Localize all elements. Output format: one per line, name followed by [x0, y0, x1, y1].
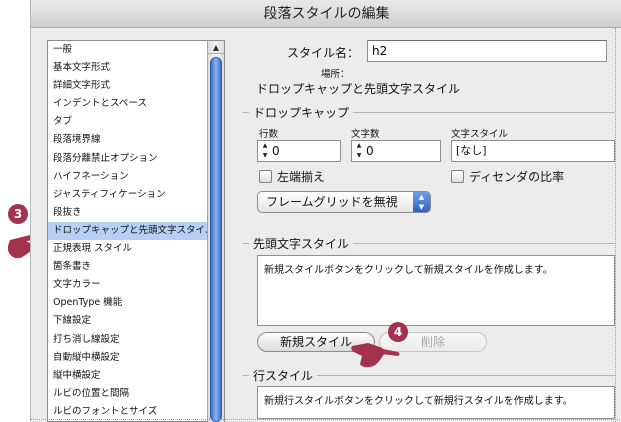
nested-styles-list[interactable]: 新規スタイルボタンをクリックして新規スタイルを作成します。: [257, 255, 615, 326]
chars-input[interactable]: 0: [351, 140, 441, 162]
stepper-up-icon[interactable]: ▲: [354, 141, 364, 151]
scroll-thumb[interactable]: [210, 57, 222, 422]
location-value: ドロップキャップと先頭文字スタイル: [256, 82, 461, 96]
sidebar-item[interactable]: ルビの位置と間隔: [48, 385, 224, 403]
sidebar-item[interactable]: 下線設定: [48, 312, 224, 330]
char-style-label: 文字スタイル: [451, 129, 509, 140]
sidebar-item[interactable]: ハイフネーション: [48, 168, 224, 186]
align-left-label[interactable]: 左端揃え: [277, 168, 325, 185]
lines-stepper[interactable]: ▲ ▼: [260, 141, 270, 161]
sidebar-item[interactable]: インデントとスペース: [48, 95, 224, 113]
sidebar-item[interactable]: 箇条書き: [48, 258, 224, 276]
descender-checkbox[interactable]: [451, 170, 464, 183]
sidebar-item[interactable]: OpenType 機能: [48, 294, 224, 312]
descender-label[interactable]: ディセンダの比率: [469, 168, 564, 185]
chars-label: 文字数: [351, 129, 380, 140]
sidebar-item[interactable]: 基本文字形式: [48, 59, 224, 77]
style-name-label: スタイル名：: [287, 46, 360, 60]
pointing-hand-icon: [351, 343, 400, 368]
stepper-up-icon[interactable]: ▲: [260, 141, 270, 151]
sidebar-item[interactable]: 一般: [48, 41, 224, 59]
location-label: 場所：: [321, 69, 350, 80]
align-left-checkbox[interactable]: [259, 170, 272, 183]
scroll-up-icon[interactable]: ▲: [208, 41, 224, 54]
dotted-guide-right: [615, 28, 616, 422]
line-styles-title: 行スタイル: [249, 367, 318, 384]
frame-grid-popup[interactable]: フレームグリッドを無視 ▲ ▼: [257, 191, 431, 213]
sidebar-item[interactable]: 自動縦中横設定: [48, 349, 224, 367]
category-list[interactable]: 一般 基本文字形式 詳細文字形式 インデントとスペース タブ 段落境界線 段落分離禁止オプシ…: [47, 40, 225, 422]
stepper-down-icon[interactable]: ▼: [354, 151, 364, 161]
sidebar-item[interactable]: ドロップキャップと先頭文字スタイル: [48, 221, 224, 241]
sidebar-item[interactable]: 段落境界線: [48, 131, 224, 149]
sidebar-item[interactable]: 打ち消し線設定: [48, 331, 224, 349]
style-name-input[interactable]: h2: [367, 40, 607, 62]
sidebar-item[interactable]: 段落分離禁止オプション: [48, 150, 224, 168]
line-styles-list[interactable]: 新規行スタイルボタンをクリックして新規行スタイルを作成します。: [257, 386, 615, 419]
sidebar-item[interactable]: 縦中横設定: [48, 367, 224, 385]
popup-arrows-icon: ▲ ▼: [413, 192, 430, 212]
chars-stepper[interactable]: ▲ ▼: [354, 141, 364, 161]
drop-cap-title: ドロップキャップ: [249, 104, 354, 121]
list-scrollbar[interactable]: ▲: [207, 41, 224, 422]
step-3-badge: 3: [8, 204, 28, 224]
sidebar-item[interactable]: 詳細文字形式: [48, 77, 224, 95]
nested-styles-title: 先頭文字スタイル: [249, 235, 354, 252]
sidebar-item[interactable]: 文字カラー: [48, 276, 224, 294]
sidebar-item[interactable]: タブ: [48, 113, 224, 131]
stepper-down-icon[interactable]: ▼: [260, 151, 270, 161]
sidebar-item[interactable]: ジャスティフィケーション: [48, 186, 224, 204]
sidebar-item[interactable]: 段抜き: [48, 204, 224, 222]
char-style-select[interactable]: [なし]: [451, 140, 615, 162]
sidebar-item[interactable]: 正規表現 スタイル: [48, 240, 224, 258]
frame-grid-value: フレームグリッドを無視: [266, 195, 398, 209]
window-title: 段落スタイルの編集: [31, 0, 621, 28]
lines-label: 行数: [259, 129, 279, 140]
dotted-guide-bottom: [31, 419, 621, 420]
paragraph-style-dialog: 段落スタイルの編集 一般 基本文字形式 詳細文字形式 インデントとスペース タブ 段落境界…: [30, 0, 621, 422]
